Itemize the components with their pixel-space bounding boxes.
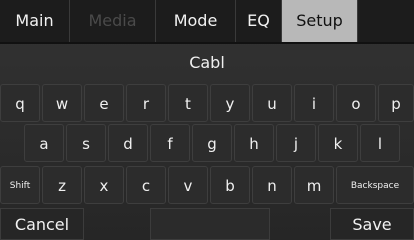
- key-c[interactable]: c: [126, 166, 166, 204]
- space-key[interactable]: [150, 208, 270, 240]
- key-b[interactable]: b: [210, 166, 250, 204]
- key-w[interactable]: w: [42, 84, 82, 122]
- tab-mode[interactable]: Mode: [156, 0, 236, 42]
- key-x[interactable]: x: [84, 166, 124, 204]
- tab-bar: Main Media Mode EQ Setup: [0, 0, 414, 44]
- key-t[interactable]: t: [168, 84, 208, 122]
- key-y[interactable]: y: [210, 84, 250, 122]
- tab-media: Media: [70, 0, 156, 42]
- key-a[interactable]: a: [24, 124, 64, 162]
- text-input-display[interactable]: Cabl: [0, 44, 414, 82]
- key-h[interactable]: h: [234, 124, 274, 162]
- key-o[interactable]: o: [336, 84, 376, 122]
- key-i[interactable]: i: [294, 84, 334, 122]
- key-m[interactable]: m: [294, 166, 334, 204]
- key-l[interactable]: l: [360, 124, 400, 162]
- key-f[interactable]: f: [150, 124, 190, 162]
- tab-main[interactable]: Main: [0, 0, 70, 42]
- keyboard-screen: Main Media Mode EQ Setup Cabl q w e r t …: [0, 0, 414, 240]
- save-button[interactable]: Save: [330, 208, 414, 240]
- key-v[interactable]: v: [168, 166, 208, 204]
- key-z[interactable]: z: [42, 166, 82, 204]
- key-u[interactable]: u: [252, 84, 292, 122]
- tab-setup[interactable]: Setup: [282, 0, 358, 42]
- key-shift[interactable]: Shift: [0, 166, 40, 204]
- input-value: Cabl: [189, 53, 225, 72]
- key-backspace[interactable]: Backspace: [336, 166, 414, 204]
- key-p[interactable]: p: [378, 84, 414, 122]
- key-k[interactable]: k: [318, 124, 358, 162]
- key-r[interactable]: r: [126, 84, 166, 122]
- cancel-button[interactable]: Cancel: [0, 208, 84, 240]
- key-d[interactable]: d: [108, 124, 148, 162]
- tab-eq[interactable]: EQ: [236, 0, 282, 42]
- key-s[interactable]: s: [66, 124, 106, 162]
- key-q[interactable]: q: [0, 84, 40, 122]
- key-j[interactable]: j: [276, 124, 316, 162]
- key-g[interactable]: g: [192, 124, 232, 162]
- key-e[interactable]: e: [84, 84, 124, 122]
- key-n[interactable]: n: [252, 166, 292, 204]
